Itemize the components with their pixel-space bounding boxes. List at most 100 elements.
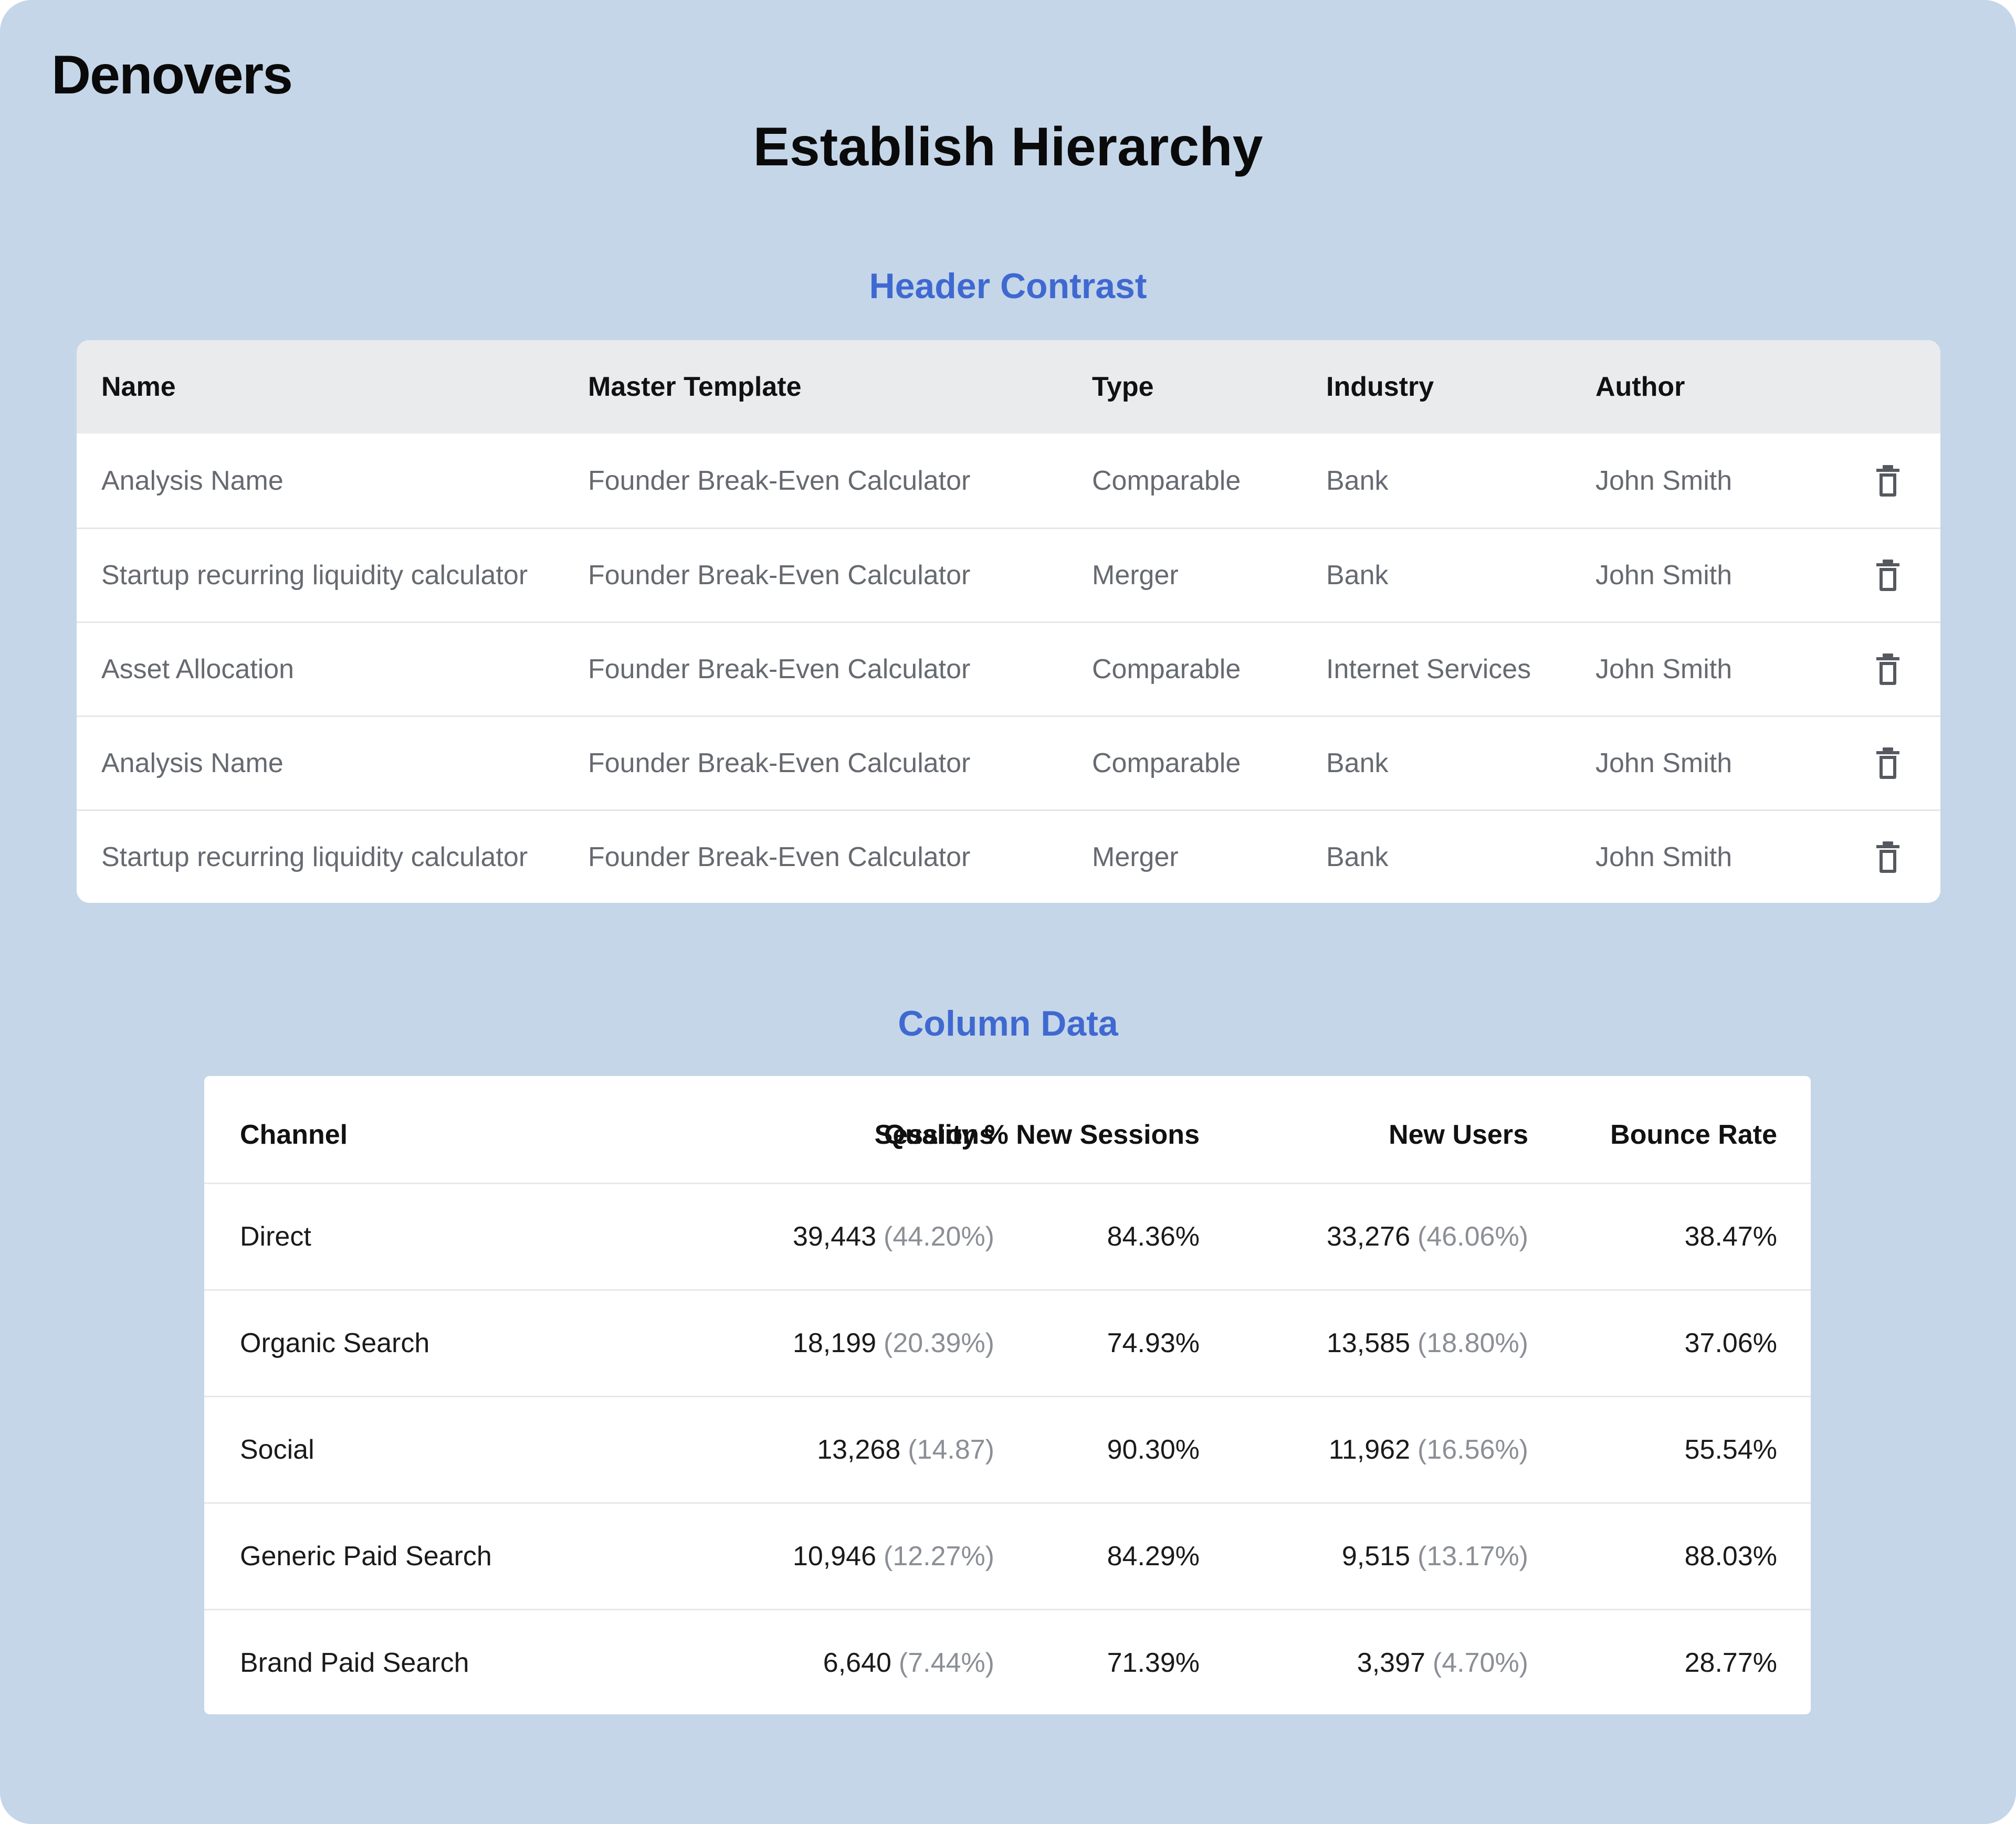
- table-row[interactable]: Analysis Name Founder Break-Even Calcula…: [77, 434, 1940, 528]
- cell-author: John Smith: [1595, 842, 1732, 872]
- column-header-name[interactable]: Name: [101, 340, 176, 434]
- cell-channel: Organic Search: [240, 1328, 430, 1358]
- cell-master-template: Founder Break-Even Calculator: [588, 654, 971, 684]
- cell-bounce-rate: 88.03%: [1685, 1504, 1777, 1609]
- cell-bounce: 37.06%: [1684, 1328, 1777, 1358]
- table-row[interactable]: Social 13,268 (14.87) 90.30% 11,962 (16.56…: [204, 1396, 1811, 1502]
- cell-channel: Brand Paid Search: [240, 1648, 469, 1678]
- cell-industry: Bank: [1326, 465, 1389, 496]
- cell-industry: Internet Services: [1326, 654, 1531, 684]
- trash-icon: [1876, 653, 1899, 685]
- table-row[interactable]: Generic Paid Search 10,946 (12.27%) 84.29…: [204, 1502, 1811, 1609]
- cell-bounce: 28.77%: [1684, 1648, 1777, 1678]
- cell-master-template: Founder Break-Even Calculator: [588, 465, 971, 496]
- table-row[interactable]: Startup recurring liquidity calculator F…: [77, 528, 1940, 621]
- column-header-master-template[interactable]: Master Template: [588, 340, 802, 434]
- cell-bounce-rate: 28.77%: [1685, 1610, 1777, 1714]
- cell-name: Startup recurring liquidity calculator: [101, 842, 528, 872]
- column-header-author[interactable]: Author: [1595, 340, 1685, 434]
- brand-logo: Denovers: [51, 45, 293, 106]
- cell-bounce-rate: 55.54%: [1685, 1397, 1777, 1502]
- cell-type: Merger: [1092, 842, 1179, 872]
- column-header-type[interactable]: Type: [1092, 340, 1154, 434]
- cell-author: John Smith: [1595, 560, 1732, 591]
- cell-industry: Bank: [1326, 560, 1389, 591]
- table-row[interactable]: Startup recurring liquidity calculator F…: [77, 809, 1940, 903]
- cell-type: Comparable: [1092, 465, 1241, 496]
- cell-new-users: 3,397 (4.70%): [1357, 1610, 1528, 1714]
- cell-quality-new-sessions: 90.30%: [1107, 1397, 1200, 1502]
- cell-author: John Smith: [1595, 748, 1732, 778]
- delete-button[interactable]: [1856, 811, 1919, 903]
- cell-name: Asset Allocation: [101, 654, 295, 684]
- cell-type: Comparable: [1092, 654, 1241, 684]
- table-row[interactable]: Direct 39,443 (44.20%) 84.36% 33,276 (46.0…: [204, 1183, 1811, 1289]
- trash-icon: [1876, 560, 1899, 591]
- column-header-quality-new-sessions[interactable]: Quality % New Sessions: [884, 1076, 1200, 1183]
- trash-icon: [1876, 747, 1899, 779]
- cell-new-users: 11,962 (16.56%): [1329, 1397, 1528, 1502]
- cell-author: John Smith: [1595, 465, 1732, 496]
- cell-sessions: 10,946: [792, 1541, 876, 1572]
- cell-quality: 71.39%: [1107, 1648, 1200, 1678]
- delete-button[interactable]: [1856, 623, 1919, 715]
- cell-channel: Brand Paid Search: [240, 1610, 469, 1714]
- cell-channel: Organic Search: [240, 1291, 429, 1396]
- cell-industry: Bank: [1326, 842, 1389, 872]
- cell-sessions: 6,640: [823, 1648, 891, 1678]
- cell-sessions: 39,443: [792, 1221, 876, 1252]
- column-header-industry[interactable]: Industry: [1326, 340, 1434, 434]
- header-contrast-table: Name Master Template Type Industry Autho…: [77, 340, 1940, 903]
- trash-icon: [1876, 841, 1899, 873]
- table-body: Analysis Name Founder Break-Even Calcula…: [77, 434, 1940, 903]
- cell-type: Comparable: [1092, 748, 1241, 778]
- cell-sessions: 13,268: [817, 1435, 901, 1465]
- cell-channel: Social: [240, 1397, 314, 1502]
- cell-channel: Direct: [240, 1184, 311, 1289]
- cell-sessions-pct: (12.27%): [884, 1541, 994, 1572]
- trash-icon: [1876, 465, 1899, 497]
- cell-channel: Generic Paid Search: [240, 1541, 492, 1572]
- column-header-bounce-rate[interactable]: Bounce Rate: [1610, 1076, 1777, 1183]
- cell-name: Analysis Name: [101, 748, 284, 778]
- delete-button[interactable]: [1856, 717, 1919, 809]
- cell-industry: Bank: [1326, 748, 1389, 778]
- column-data-table: Channel Sessions Quality % New Sessions …: [204, 1076, 1811, 1714]
- cell-quality-new-sessions: 84.29%: [1107, 1504, 1200, 1609]
- cell-new-users-pct: (13.17%): [1418, 1541, 1528, 1572]
- cell-quality-new-sessions: 74.93%: [1107, 1291, 1200, 1396]
- table-row[interactable]: Brand Paid Search 6,640 (7.44%) 71.39% 3,…: [204, 1609, 1811, 1714]
- cell-sessions: 18,199 (20.39%): [793, 1291, 994, 1396]
- cell-new-users-pct: (18.80%): [1418, 1328, 1528, 1358]
- table-header-row: Name Master Template Type Industry Autho…: [77, 340, 1940, 434]
- cell-master-template: Founder Break-Even Calculator: [588, 748, 971, 778]
- column-header-channel[interactable]: Channel: [240, 1076, 348, 1183]
- cell-new-users: 3,397: [1357, 1648, 1425, 1678]
- table-row[interactable]: Asset Allocation Founder Break-Even Calc…: [77, 621, 1940, 715]
- cell-quality: 84.29%: [1107, 1541, 1200, 1572]
- cell-new-users: 33,276 (46.06%): [1327, 1184, 1528, 1289]
- cell-quality: 90.30%: [1107, 1435, 1200, 1465]
- delete-button[interactable]: [1856, 529, 1919, 621]
- cell-author: John Smith: [1595, 654, 1732, 684]
- cell-sessions: 18,199: [792, 1328, 876, 1358]
- table-header-row: Channel Sessions Quality % New Sessions …: [204, 1076, 1811, 1183]
- table-row[interactable]: Analysis Name Founder Break-Even Calcula…: [77, 715, 1940, 809]
- cell-channel: Generic Paid Search: [240, 1504, 492, 1609]
- cell-bounce: 38.47%: [1684, 1221, 1777, 1252]
- cell-quality: 74.93%: [1107, 1328, 1200, 1358]
- cell-bounce-rate: 38.47%: [1685, 1184, 1777, 1289]
- column-header-new-users[interactable]: New Users: [1389, 1076, 1528, 1183]
- cell-sessions-pct: (7.44%): [898, 1648, 994, 1678]
- cell-sessions: 6,640 (7.44%): [823, 1610, 994, 1714]
- page-canvas: Denovers Establish Hierarchy Header Cont…: [0, 0, 2016, 1824]
- cell-quality: 84.36%: [1107, 1221, 1200, 1252]
- cell-master-template: Founder Break-Even Calculator: [588, 842, 971, 872]
- cell-sessions-pct: (44.20%): [884, 1221, 994, 1252]
- table-row[interactable]: Organic Search 18,199 (20.39%) 74.93% 13,…: [204, 1289, 1811, 1396]
- delete-button[interactable]: [1856, 434, 1919, 528]
- cell-sessions: 39,443 (44.20%): [793, 1184, 994, 1289]
- table-body: Direct 39,443 (44.20%) 84.36% 33,276 (46.0…: [204, 1183, 1811, 1714]
- cell-new-users: 11,962: [1328, 1435, 1410, 1465]
- cell-bounce-rate: 37.06%: [1685, 1291, 1777, 1396]
